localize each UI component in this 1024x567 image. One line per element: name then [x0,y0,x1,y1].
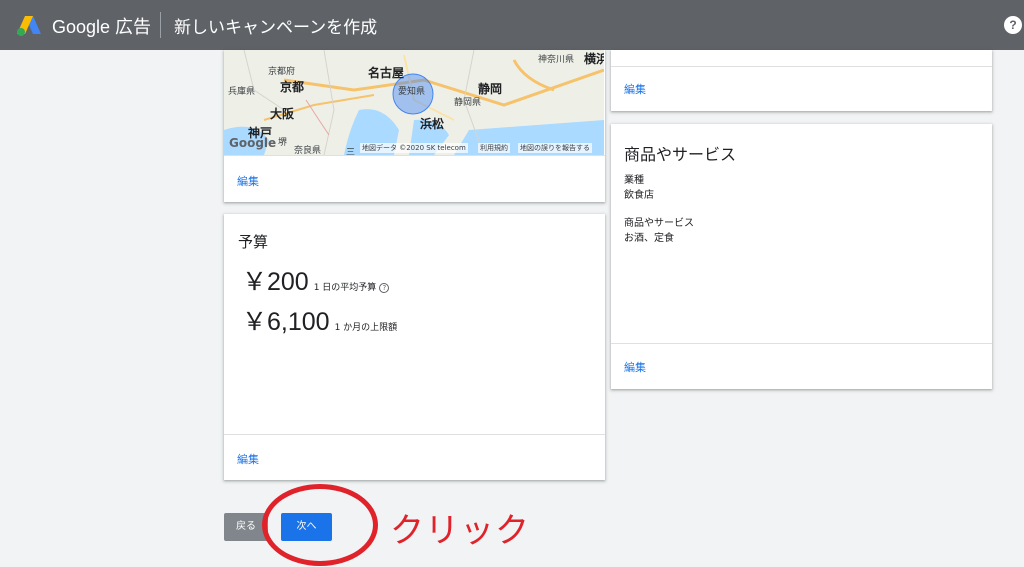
map-label: 静岡県 [454,98,482,108]
divider [224,434,605,435]
budget-edit-link[interactable]: 編集 [237,451,259,467]
monthly-budget-amount: ￥6,100 [242,308,330,336]
products-label: 商品やサービス [624,218,694,229]
map-label: 堺 [278,138,288,148]
map-label: 愛知県 [398,87,426,97]
daily-budget-amount: ￥200 [242,268,309,296]
divider [611,66,992,67]
map[interactable]: 兵庫県 京都府 京都 大阪 神戸 堺 奈良県 三 名古屋 愛知県 浜松 静岡 静… [224,50,604,155]
products-card: 商品やサービス 業種 飲食店 商品やサービス お酒、定食 編集 [611,124,992,389]
industry-label: 業種 [624,175,644,186]
budget-card: 予算 ￥200 1 日の平均予算 ? ￥6,100 1 か月の上限額 編集 [224,214,605,480]
location-card: 兵庫県 京都府 京都 大阪 神戸 堺 奈良県 三 名古屋 愛知県 浜松 静岡 静… [224,50,605,202]
location-edit-link[interactable]: 編集 [237,173,259,189]
right-top-edit-link[interactable]: 編集 [624,81,646,97]
map-watermark: Google [229,136,277,150]
brand-name: Google 広告 [52,17,152,37]
header-divider [160,12,161,38]
page-title: 新しいキャンペーンを作成 [174,18,378,38]
map-label: 三 [346,148,356,155]
google-ads-logo-icon [17,16,41,36]
budget-title: 予算 [238,233,269,251]
map-label: 浜松 [420,117,445,131]
monthly-budget-row: ￥6,100 1 か月の上限額 [242,302,397,338]
daily-budget-row: ￥200 1 日の平均予算 ? [242,262,390,298]
map-terms-link[interactable]: 利用規約 [478,143,510,153]
right-top-card: 編集 [611,50,992,111]
daily-budget-note: 1 日の平均予算 [313,283,377,293]
products-value: お酒、定食 [624,233,674,244]
divider [611,343,992,344]
map-label: 京都 [280,80,305,94]
map-label: 大阪 [270,107,295,121]
map-label: 横浜 [584,52,604,66]
top-bar: Google 広告 新しいキャンペーンを作成 ? [0,0,1024,50]
divider [224,155,605,156]
highlight-circle [262,484,378,566]
help-circle-icon[interactable]: ? [379,283,390,293]
map-label: 兵庫県 [228,87,256,97]
monthly-budget-note: 1 か月の上限額 [334,323,398,333]
map-report-link[interactable]: 地図の誤りを報告する [518,143,592,153]
map-attribution: 地図データ ©2020 SK telecom [360,143,468,153]
map-label: 神奈川県 [538,55,575,65]
map-label: 静岡 [478,82,503,96]
annotation-text: クリック [390,511,530,551]
help-icon[interactable]: ? [1004,16,1022,34]
map-label: 京都府 [268,67,296,77]
map-label: 名古屋 [368,66,405,80]
map-label: 奈良県 [294,146,322,155]
products-title: 商品やサービス [624,145,737,164]
products-edit-link[interactable]: 編集 [624,359,646,375]
industry-value: 飲食店 [624,190,654,201]
